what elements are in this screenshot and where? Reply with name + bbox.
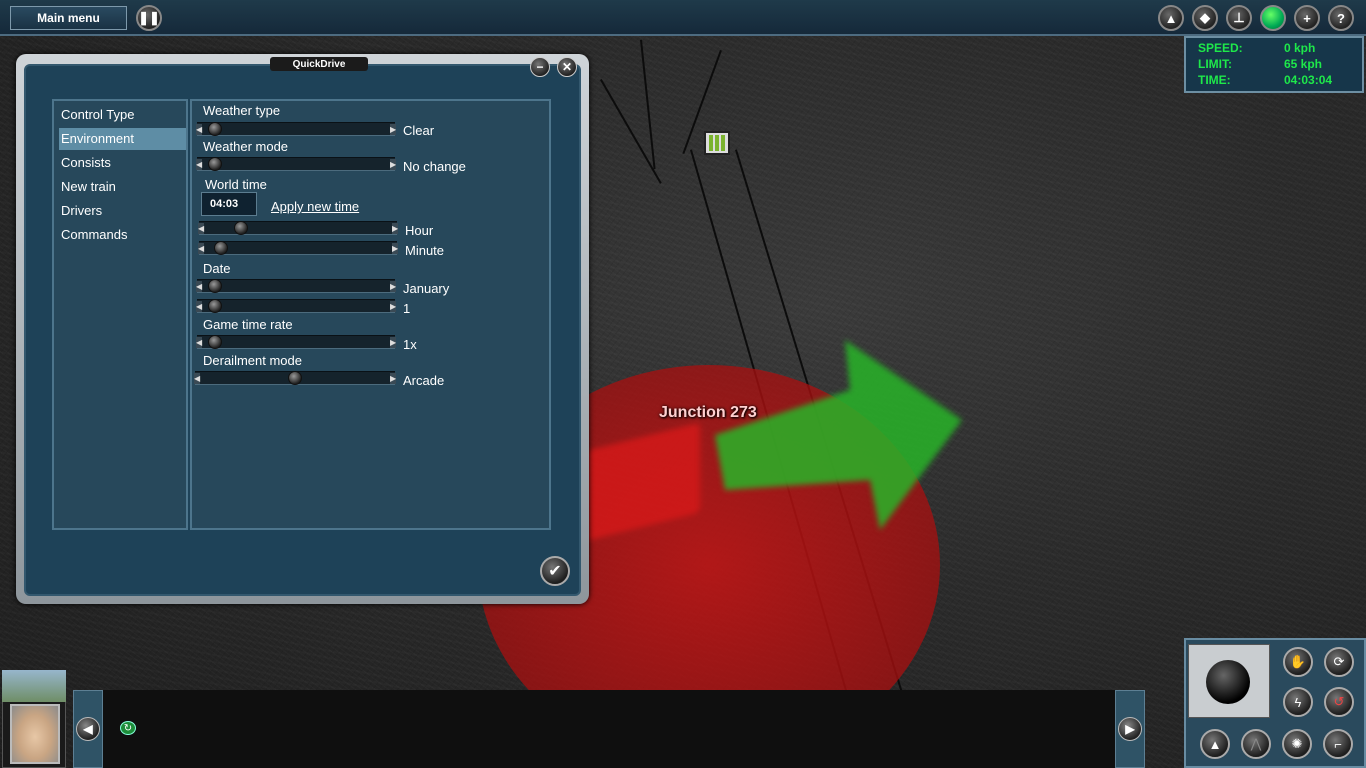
- driver-train-thumbnail: [2, 670, 66, 702]
- slider-knob[interactable]: [208, 157, 223, 171]
- ok-button[interactable]: ✔: [540, 556, 570, 586]
- nav-control-type[interactable]: Control Type: [59, 104, 186, 126]
- junction-green-arrow[interactable]: [700, 330, 970, 540]
- nav-environment[interactable]: Environment: [59, 128, 186, 150]
- driver-command-bar: [75, 690, 1145, 768]
- slider-knob[interactable]: [288, 371, 302, 385]
- coupler-icon[interactable]: ⌐: [1323, 729, 1353, 759]
- weather-mode-slider[interactable]: ◀ ▶: [196, 157, 396, 171]
- minute-label: Minute: [405, 243, 445, 258]
- camera-icon[interactable]: ▲: [1158, 5, 1184, 31]
- driver-face-avatar: [10, 704, 60, 764]
- weather-type-label: Weather type: [203, 103, 281, 118]
- derailment-mode-label: Derailment mode: [203, 353, 302, 368]
- derailment-mode-slider[interactable]: ◀ ▶: [194, 371, 396, 385]
- limit-label: LIMIT:: [1198, 57, 1232, 71]
- hour-label: Hour: [405, 223, 434, 238]
- nav-consists[interactable]: Consists: [59, 152, 186, 174]
- signal-icon[interactable]: [704, 131, 730, 155]
- layers-icon[interactable]: ◆: [1192, 5, 1218, 31]
- weather-mode-label: Weather mode: [203, 139, 289, 154]
- help-icon[interactable]: ?: [1328, 5, 1354, 31]
- prev-button[interactable]: ◀: [73, 690, 103, 768]
- limit-value: 65 kph: [1284, 57, 1323, 71]
- world-time-field[interactable]: 04:03: [201, 192, 257, 216]
- month-slider[interactable]: ◀ ▶: [196, 279, 396, 293]
- add-icon[interactable]: +: [1294, 5, 1320, 31]
- top-bar: Main menu ❚❚ ▲ ◆ ⊥ + ?: [0, 0, 1366, 36]
- green-signal-icon[interactable]: [1260, 5, 1286, 31]
- day-value: 1: [403, 301, 411, 316]
- minute-slider[interactable]: ◀ ▶: [198, 241, 398, 255]
- junction-label: Junction 273: [659, 404, 757, 421]
- arrow-right-icon: ▶: [1118, 717, 1142, 741]
- nav-drivers[interactable]: Drivers: [59, 200, 186, 222]
- pantograph-icon[interactable]: ⋀: [1241, 729, 1271, 759]
- switch-icon[interactable]: ⊥: [1226, 5, 1252, 31]
- slider-knob[interactable]: [208, 122, 223, 136]
- nav-new-train[interactable]: New train: [59, 176, 186, 198]
- pause-icon[interactable]: ❚❚: [136, 5, 162, 31]
- slider-knob[interactable]: [208, 279, 223, 293]
- light-icon[interactable]: ✺: [1282, 729, 1312, 759]
- time-value: 04:03:04: [1284, 73, 1333, 87]
- weather-type-value: Clear: [403, 123, 435, 138]
- month-value: January: [403, 281, 450, 296]
- game-time-rate-value: 1x: [403, 337, 417, 352]
- nav-commands[interactable]: Commands: [59, 224, 186, 246]
- weather-type-slider[interactable]: ◀ ▶: [196, 122, 396, 136]
- joystick-knob[interactable]: [1206, 660, 1250, 704]
- time-label: TIME:: [1198, 73, 1231, 87]
- speed-value: 0 kph: [1284, 41, 1316, 55]
- slider-knob[interactable]: [213, 241, 228, 255]
- arrow-left-icon: ◀: [76, 717, 100, 741]
- next-button[interactable]: ▶: [1115, 690, 1145, 768]
- date-label: Date: [203, 261, 231, 276]
- game-time-rate-label: Game time rate: [203, 317, 293, 332]
- game-time-rate-slider[interactable]: ◀ ▶: [196, 335, 396, 349]
- horn-icon[interactable]: ▲: [1200, 729, 1230, 759]
- reverse-icon[interactable]: ↺: [1324, 687, 1354, 717]
- main-menu-button[interactable]: Main menu: [10, 6, 127, 30]
- category-list: Control Type Environment Consists New tr…: [52, 99, 188, 530]
- minimize-button[interactable]: −: [530, 57, 550, 77]
- hand-icon[interactable]: ✋: [1283, 647, 1313, 677]
- slider-knob[interactable]: [208, 299, 223, 313]
- world-time-label: World time: [205, 177, 267, 192]
- day-slider[interactable]: ◀ ▶: [196, 299, 396, 313]
- weather-mode-value: No change: [403, 159, 466, 174]
- slider-knob[interactable]: [208, 335, 223, 349]
- speed-label: SPEED:: [1198, 41, 1243, 55]
- slider-knob[interactable]: [234, 221, 249, 235]
- lightning-icon[interactable]: ϟ: [1283, 687, 1313, 717]
- repeat-icon[interactable]: ↻: [120, 721, 136, 735]
- derailment-mode-value: Arcade: [403, 373, 445, 388]
- apply-new-time-link[interactable]: Apply new time: [271, 199, 359, 214]
- hour-slider[interactable]: ◀ ▶: [198, 221, 398, 235]
- dialog-title[interactable]: QuickDrive: [270, 57, 368, 71]
- speed-hud: SPEED: 0 kph LIMIT: 65 kph TIME: 04:03:04: [1184, 36, 1364, 93]
- rotate-icon[interactable]: ⟳: [1324, 647, 1354, 677]
- close-button[interactable]: ✕: [557, 57, 577, 77]
